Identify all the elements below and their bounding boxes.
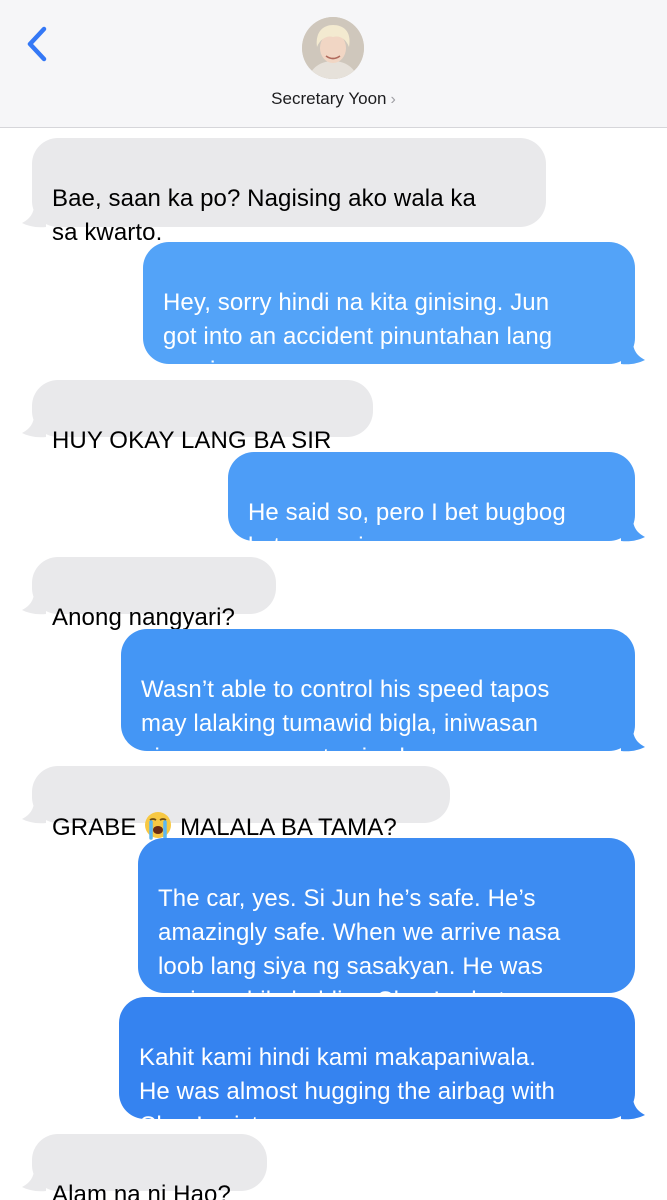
- message-text: Kahit kami hindi kami makapaniwala. He w…: [139, 1044, 555, 1139]
- message-bubble-received[interactable]: Bae, saan ka po? Nagising ako wala ka sa…: [32, 138, 546, 246]
- message-bubble-received[interactable]: Anong nangyari?: [32, 557, 276, 631]
- message-bubble-sent[interactable]: The car, yes. Si Jun he’s safe. He’s ama…: [138, 838, 635, 1014]
- message-text-end: MALALA BA TAMA?: [173, 814, 397, 841]
- crying-face-emoji: [143, 810, 173, 840]
- message-text: HUY OKAY LANG BA SIR: [52, 427, 332, 454]
- bubble-tail: [621, 1097, 645, 1120]
- bubble-tail: [22, 592, 46, 615]
- bubble-tail: [22, 205, 46, 228]
- message-text: He said so, pero I bet bugbog katawan ni…: [248, 499, 566, 560]
- message-bubble-sent[interactable]: He said so, pero I bet bugbog katawan ni…: [228, 452, 635, 560]
- message-text: Hey, sorry hindi na kita ginising. Jun g…: [163, 289, 553, 384]
- message-text: Wasn’t able to control his speed tapos m…: [141, 676, 550, 771]
- message-text: The car, yes. Si Jun he’s safe. He’s ama…: [158, 885, 561, 1014]
- bubble-tail: [22, 415, 46, 438]
- message-text: Alam na ni Hao?: [52, 1181, 231, 1200]
- chevron-left-icon: [27, 26, 47, 62]
- message-bubble-received[interactable]: HUY OKAY LANG BA SIR: [32, 380, 373, 454]
- back-button[interactable]: [22, 24, 56, 64]
- contact-name: Secretary Yoon: [271, 89, 387, 108]
- conversation-header: Secretary Yoon ›: [0, 0, 667, 128]
- message-bubble-sent[interactable]: Hey, sorry hindi na kita ginising. Jun g…: [143, 242, 635, 384]
- bubble-tail: [22, 801, 46, 824]
- contact-name-button[interactable]: Secretary Yoon ›: [0, 89, 667, 109]
- bubble-tail: [621, 729, 645, 752]
- message-bubble-received[interactable]: Alam na ni Hao?: [32, 1134, 267, 1200]
- message-bubble-sent[interactable]: Wasn’t able to control his speed tapos m…: [121, 629, 635, 771]
- message-text: Bae, saan ka po? Nagising ako wala ka sa…: [52, 185, 476, 246]
- contact-photo: [302, 17, 364, 79]
- message-bubble-received[interactable]: GRABE MALALA BA TAMA?: [32, 766, 450, 841]
- message-bubble-sent[interactable]: Kahit kami hindi kami makapaniwala. He w…: [119, 997, 635, 1139]
- bubble-tail: [621, 342, 645, 365]
- avatar[interactable]: [302, 17, 364, 79]
- imessage-conversation: Secretary Yoon › Bae, saan ka po? Nagisin…: [0, 0, 667, 1200]
- message-text-start: GRABE: [52, 814, 144, 841]
- bubble-tail: [22, 1169, 46, 1192]
- bubble-tail: [621, 519, 645, 542]
- message-text: Anong nangyari?: [52, 604, 235, 631]
- chevron-right-icon: ›: [390, 91, 396, 108]
